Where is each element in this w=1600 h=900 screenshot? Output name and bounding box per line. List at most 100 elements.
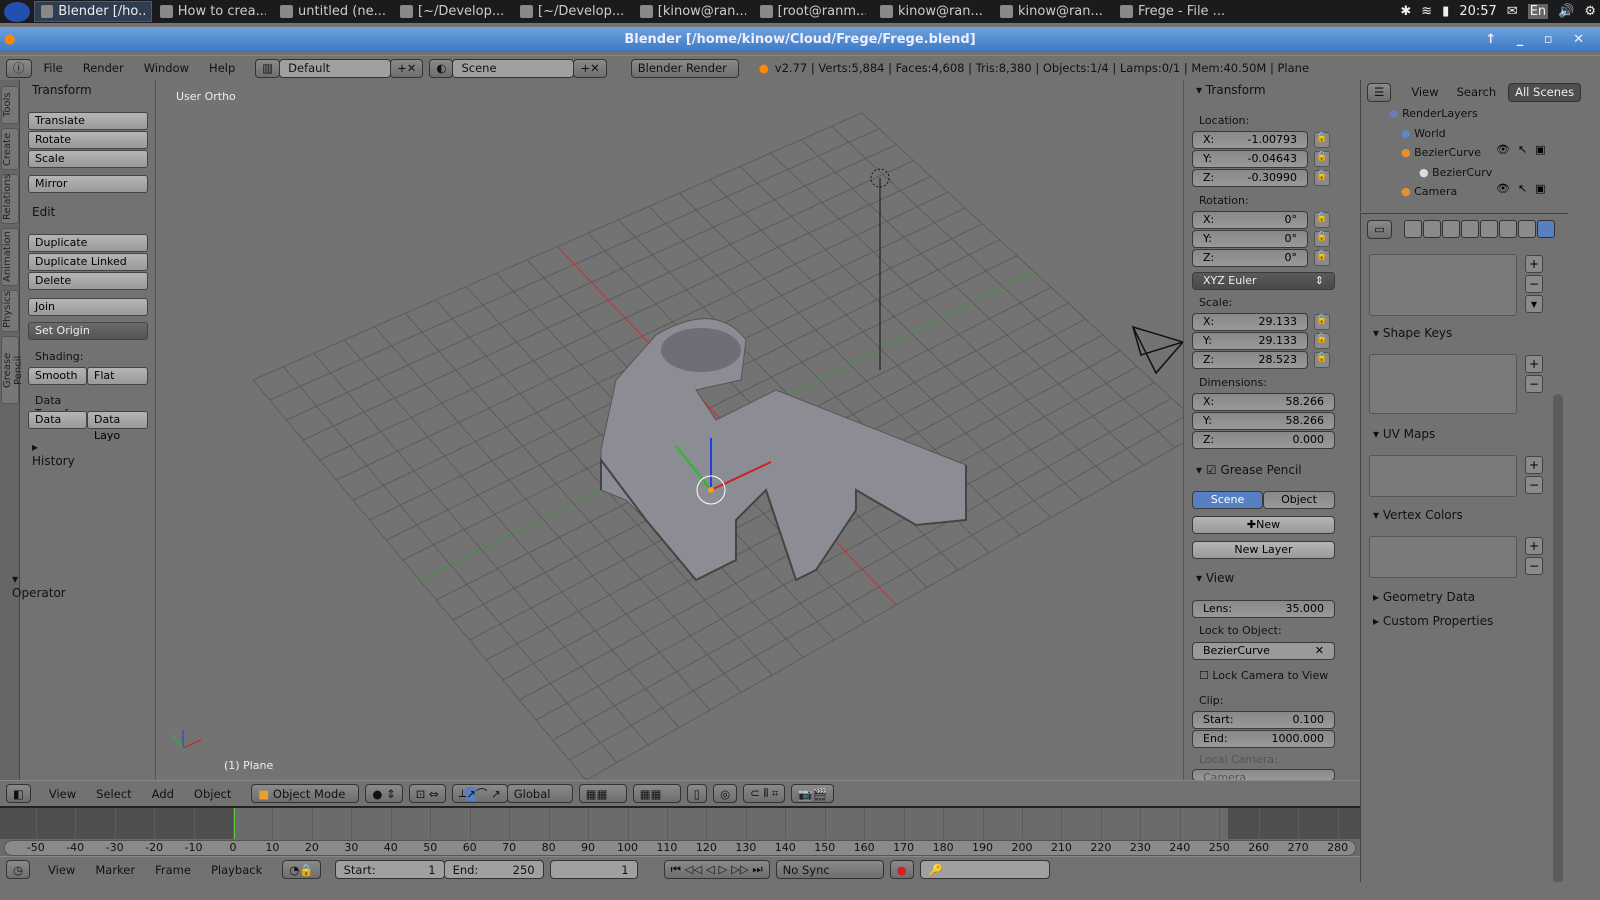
scene-tab-icon[interactable]	[1441, 220, 1460, 238]
scene-selector[interactable]: Scene	[452, 58, 575, 78]
data-tab-icon[interactable]	[1536, 220, 1555, 238]
render-icon[interactable]: 📷🎬	[791, 784, 835, 803]
constraints-tab-icon[interactable]	[1498, 220, 1517, 238]
visibility-icons[interactable]: 👁↖▣	[1496, 182, 1554, 195]
add-scene-button[interactable]: +✕	[573, 58, 607, 78]
loc-z-field[interactable]: Z: -0.30990	[1192, 169, 1308, 187]
menu-playback[interactable]: Playback	[205, 863, 268, 877]
lock-icon[interactable]: 🔓	[1314, 132, 1330, 148]
scene-icon[interactable]: ◐	[429, 58, 454, 78]
lock-icon[interactable]: 🔓	[1314, 170, 1330, 186]
menu-object[interactable]: Object	[188, 787, 237, 801]
lock-layers-icon[interactable]: ▯	[686, 784, 708, 803]
dim-z-field[interactable]: Z: 0.000	[1192, 431, 1335, 449]
add-icon[interactable]: +	[1525, 355, 1543, 373]
layers-grid-1[interactable]: ▦▦	[578, 784, 627, 803]
clip-start-field[interactable]: Start: 0.100	[1192, 711, 1335, 729]
transform-title[interactable]: ▾ Transform	[1196, 83, 1266, 97]
dim-x-field[interactable]: X: 58.266	[1192, 393, 1335, 411]
gp-new-layer-button[interactable]: New Layer	[1192, 541, 1335, 559]
add-icon[interactable]: +	[1525, 255, 1543, 273]
taskbar-item[interactable]: kinow@ran...	[994, 1, 1112, 22]
scl-z-field[interactable]: Z: 28.523	[1192, 351, 1308, 369]
menu-window[interactable]: Window	[138, 61, 195, 75]
layout-selector[interactable]: Default	[279, 58, 392, 78]
transform-panel-title[interactable]: Transform	[32, 83, 92, 97]
pivot-select[interactable]: ⊡ ⇔	[408, 784, 446, 803]
render-engine-select[interactable]: Blender Render	[630, 58, 739, 78]
tab-tools[interactable]: Tools	[1, 86, 19, 124]
remove-icon[interactable]: −	[1525, 275, 1543, 293]
wifi-icon[interactable]: ≋	[1421, 4, 1432, 19]
scl-x-field[interactable]: X: 29.133	[1192, 313, 1308, 331]
battery-icon[interactable]: ▮	[1442, 4, 1449, 19]
vertex-groups-list[interactable]	[1369, 254, 1517, 316]
add-icon[interactable]: +	[1525, 456, 1543, 474]
menu-help[interactable]: Help	[203, 61, 241, 75]
outliner-filter-select[interactable]: All Scenes	[1508, 82, 1582, 102]
orientation-select[interactable]: Global	[506, 784, 573, 803]
menu-marker[interactable]: Marker	[89, 863, 141, 877]
mode-select[interactable]: ■ Object Mode	[251, 784, 360, 803]
operator-panel-title[interactable]: ▾ Operator	[12, 572, 66, 600]
lens-field[interactable]: Lens: 35.000	[1192, 600, 1335, 618]
start-frame-field[interactable]: Start: 1	[334, 860, 445, 879]
manipulator-toggle[interactable]: ⟂ ↗ ⌒ ↗	[451, 784, 508, 803]
menu-file[interactable]: File	[38, 61, 69, 75]
window-controls[interactable]: ↑ _ ▫ ✕	[1485, 27, 1592, 52]
lock-icon[interactable]: 🔓	[1314, 151, 1330, 167]
remove-icon[interactable]: −	[1525, 557, 1543, 575]
outliner-row[interactable]: ● BezierCurv	[1419, 163, 1600, 182]
scale-button[interactable]: Scale	[28, 150, 148, 168]
data-button[interactable]: Data	[28, 411, 87, 429]
end-frame-field[interactable]: End: 250	[443, 860, 544, 879]
taskbar-item[interactable]: Frege - File ...	[1114, 1, 1232, 22]
outliner-search-menu[interactable]: Search	[1451, 85, 1503, 99]
lock-object-field[interactable]: BezierCurve ✕	[1192, 642, 1335, 660]
modifier-tab-icon[interactable]	[1517, 220, 1536, 238]
flat-button[interactable]: Flat	[87, 367, 148, 385]
clock[interactable]: 20:57	[1459, 4, 1496, 19]
panel-custom-properties[interactable]: ▸ Custom Properties	[1373, 614, 1493, 628]
lock-icon[interactable]: 🔓	[1314, 250, 1330, 266]
vertex-colors-list[interactable]	[1369, 536, 1517, 578]
panel-uv-maps[interactable]: ▾ UV Maps	[1373, 427, 1435, 441]
camera-object[interactable]	[1131, 325, 1183, 375]
bluetooth-icon[interactable]: ✱	[1400, 4, 1411, 19]
current-frame-field[interactable]: 1	[549, 860, 638, 879]
taskbar-item[interactable]: [~/Develop...	[514, 1, 632, 22]
grease-pencil-title[interactable]: ▾ ☑ Grease Pencil	[1196, 463, 1302, 477]
rotate-button[interactable]: Rotate	[28, 131, 148, 149]
panel-geometry-data[interactable]: ▸ Geometry Data	[1373, 590, 1475, 604]
keyframe-toggle-icon[interactable]: ◔🔒	[282, 860, 321, 879]
menu-add[interactable]: Add	[146, 787, 180, 801]
start-menu-icon[interactable]	[4, 1, 30, 22]
translate-button[interactable]: Translate	[28, 112, 148, 130]
outliner-editor-icon[interactable]: ☰	[1367, 82, 1392, 102]
taskbar-item[interactable]: [root@ranm...	[754, 1, 872, 22]
editor-type-3d-icon[interactable]: ◧	[6, 784, 31, 803]
edit-panel-title[interactable]: Edit	[32, 205, 55, 219]
lock-icon[interactable]: 🔓	[1314, 212, 1330, 228]
smooth-button[interactable]: Smooth	[28, 367, 87, 385]
sync-select[interactable]: No Sync	[775, 860, 884, 879]
editor-type-timeline-icon[interactable]: ◷	[6, 860, 31, 879]
gp-scene-tab[interactable]: Scene	[1192, 491, 1263, 509]
lock-icon[interactable]: 🔓	[1314, 333, 1330, 349]
history-panel-title[interactable]: ▸ History	[32, 440, 75, 468]
mirror-button[interactable]: Mirror	[28, 175, 148, 193]
taskbar-item[interactable]: [~/Develop...	[394, 1, 512, 22]
keyboard-layout[interactable]: En	[1527, 4, 1549, 19]
set-origin-select[interactable]: Set Origin	[28, 322, 148, 340]
menu-icon[interactable]: ▾	[1525, 295, 1543, 313]
timeline-scrollbar[interactable]	[4, 840, 1356, 856]
render-tab-icon[interactable]	[1403, 220, 1422, 238]
viewport-canvas[interactable]	[156, 80, 1183, 780]
view-panel-title[interactable]: ▾ View	[1196, 571, 1234, 585]
lock-camera-checkbox[interactable]: ☐ Lock Camera to View	[1199, 669, 1328, 682]
menu-view[interactable]: View	[42, 863, 81, 877]
taskbar-item[interactable]: Blender [/ho...	[34, 1, 152, 22]
menu-view[interactable]: View	[43, 787, 82, 801]
lock-icon[interactable]: 🔓	[1314, 231, 1330, 247]
tab-grease-pencil[interactable]: Grease Pencil	[1, 336, 24, 404]
